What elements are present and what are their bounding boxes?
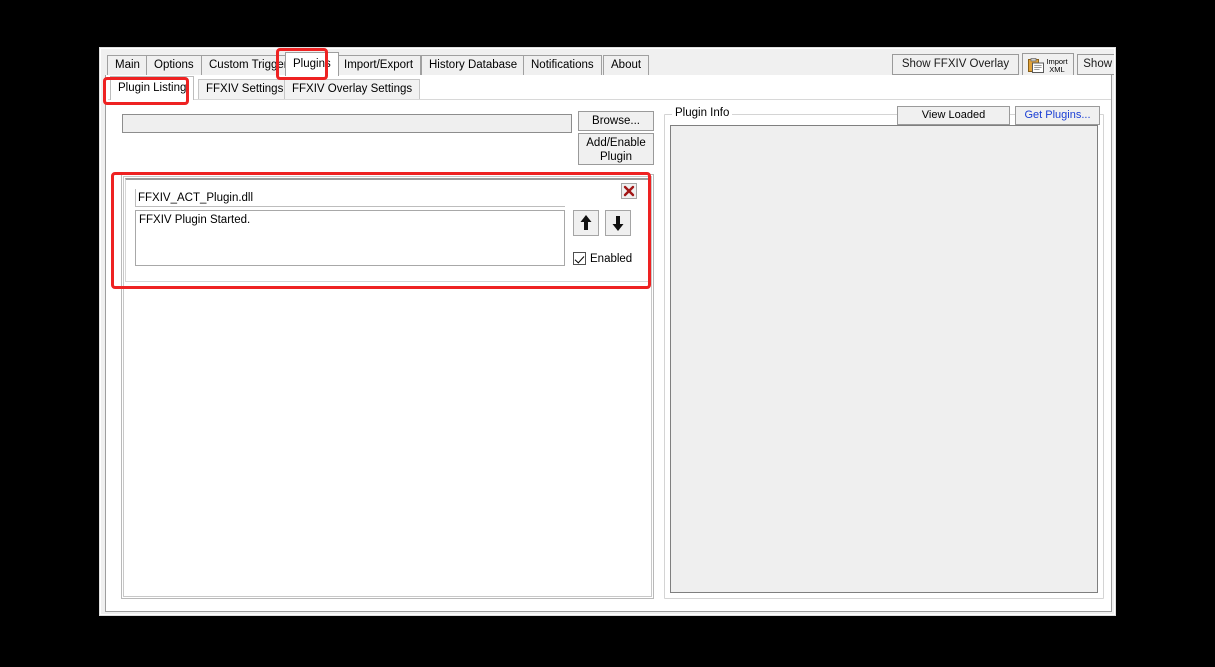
arrow-up-icon: [574, 211, 598, 235]
show-timers-button[interactable]: Show Timers: [1077, 54, 1115, 75]
tab-about[interactable]: About: [603, 55, 649, 76]
show-ffxiv-overlay-button[interactable]: Show FFXIV Overlay: [892, 54, 1019, 75]
remove-plugin-button[interactable]: [621, 183, 637, 199]
plugins-sub-tab-strip: Plugin Listing FFXIV Settings FFXIV Over…: [108, 76, 1111, 100]
window-client-area: Main Options Custom Triggers Plugins Imp…: [105, 51, 1112, 612]
plugin-enabled-label: Enabled: [590, 253, 632, 265]
sub-tab-ffxiv-settings[interactable]: FFXIV Settings: [198, 79, 291, 99]
close-x-icon: [622, 184, 636, 198]
move-plugin-up-button[interactable]: [573, 210, 599, 236]
get-plugins-button[interactable]: Get Plugins...: [1015, 106, 1100, 125]
plugin-enabled-row[interactable]: Enabled: [573, 252, 632, 265]
add-enable-label-line2: Plugin: [579, 150, 653, 164]
plugin-status-textbox[interactable]: FFXIV Plugin Started.: [135, 210, 565, 266]
act-main-window: Main Options Custom Triggers Plugins Imp…: [100, 48, 1115, 615]
plugin-listing-page: Browse... Add/Enable Plugin: [108, 100, 1111, 610]
plugin-name-field[interactable]: [135, 189, 565, 207]
browse-button[interactable]: Browse...: [578, 111, 654, 131]
plugin-list-panel[interactable]: FFXIV Plugin Started.: [121, 174, 654, 599]
tab-main[interactable]: Main: [107, 55, 148, 76]
sub-tab-plugin-listing[interactable]: Plugin Listing: [110, 76, 194, 100]
view-loaded-assemblies-button[interactable]: View Loaded Assemblies: [897, 106, 1010, 125]
move-plugin-down-button[interactable]: [605, 210, 631, 236]
plugin-info-content[interactable]: [670, 125, 1098, 593]
arrow-down-icon: [606, 211, 630, 235]
tab-plugins[interactable]: Plugins: [285, 52, 339, 76]
add-enable-label-line1: Add/Enable: [579, 136, 653, 150]
plugin-enabled-checkbox[interactable]: [573, 252, 586, 265]
tab-options[interactable]: Options: [146, 55, 202, 76]
tab-notifications[interactable]: Notifications: [523, 55, 602, 76]
plugin-list-scroll-area: FFXIV Plugin Started.: [123, 176, 652, 597]
add-enable-plugin-button[interactable]: Add/Enable Plugin: [578, 133, 654, 165]
plugins-tab-page: Plugin Listing FFXIV Settings FFXIV Over…: [105, 75, 1112, 612]
plugin-path-input[interactable]: [122, 114, 572, 133]
tab-import-export[interactable]: Import/Export: [336, 55, 421, 76]
clipboard-icon: [1028, 58, 1044, 73]
import-xml-label-line2: XML: [1046, 66, 1067, 74]
plugin-info-legend: Plugin Info: [672, 107, 732, 119]
tab-history-database[interactable]: History Database: [421, 55, 525, 76]
sub-tab-ffxiv-overlay-settings[interactable]: FFXIV Overlay Settings: [284, 79, 420, 99]
plugin-list-item[interactable]: FFXIV Plugin Started.: [125, 178, 650, 282]
plugin-info-groupbox: Plugin Info View Loaded Assemblies Get P…: [664, 114, 1104, 599]
